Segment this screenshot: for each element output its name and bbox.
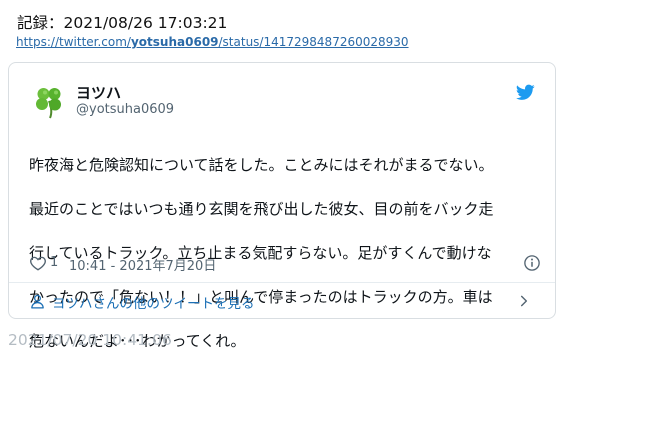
tweet-timestamp[interactable]: 10:41 - 2021年7月20日	[69, 255, 216, 274]
like-count: 1	[50, 255, 59, 270]
person-icon	[31, 294, 44, 309]
record-datetime: 2021/08/26 17:03:21	[63, 14, 228, 32]
chevron-right-icon	[520, 295, 528, 307]
author-name[interactable]: ヨツハ	[76, 82, 121, 103]
four-leaf-clover-avatar[interactable]	[31, 83, 67, 119]
archived-timestamp: 2021/07/20 10:41:06	[8, 331, 172, 349]
more-tweets-label: ヨツハさんの他のツイートを見る	[52, 296, 255, 312]
twitter-bird-icon[interactable]	[516, 84, 535, 101]
record-label: 記録：	[17, 14, 64, 32]
author-handle[interactable]: @yotsuha0609	[76, 102, 174, 117]
embedded-tweet-card[interactable]: ヨツハ @yotsuha0609 昨夜海と危険認知について話をした。ことみにはそ…	[8, 62, 556, 350]
record-timestamp: 記録：2021/08/26 17:03:21	[17, 11, 227, 33]
heart-icon[interactable]	[29, 254, 47, 272]
more-tweets-button[interactable]: ヨツハさんの他のツイートを見る	[29, 283, 535, 319]
tweet-source-link[interactable]: https://twitter.com/yotsuha0609/status/1…	[16, 35, 409, 49]
url-prefix: https://twitter.com/	[16, 35, 131, 49]
tweet-meta: 1 10:41 - 2021年7月20日	[29, 253, 541, 274]
info-icon[interactable]	[523, 254, 541, 272]
tweet-text-line: 昨夜海と危険認知について話をした。ことみにはそれがまるでない。	[29, 156, 494, 174]
url-suffix: /status/1417298487260028930	[218, 35, 409, 49]
tweet-text-line: 最近のことではいつも通り玄関を飛び出した彼女、目の前をバック走	[29, 200, 494, 218]
url-user: yotsuha0609	[130, 35, 219, 49]
